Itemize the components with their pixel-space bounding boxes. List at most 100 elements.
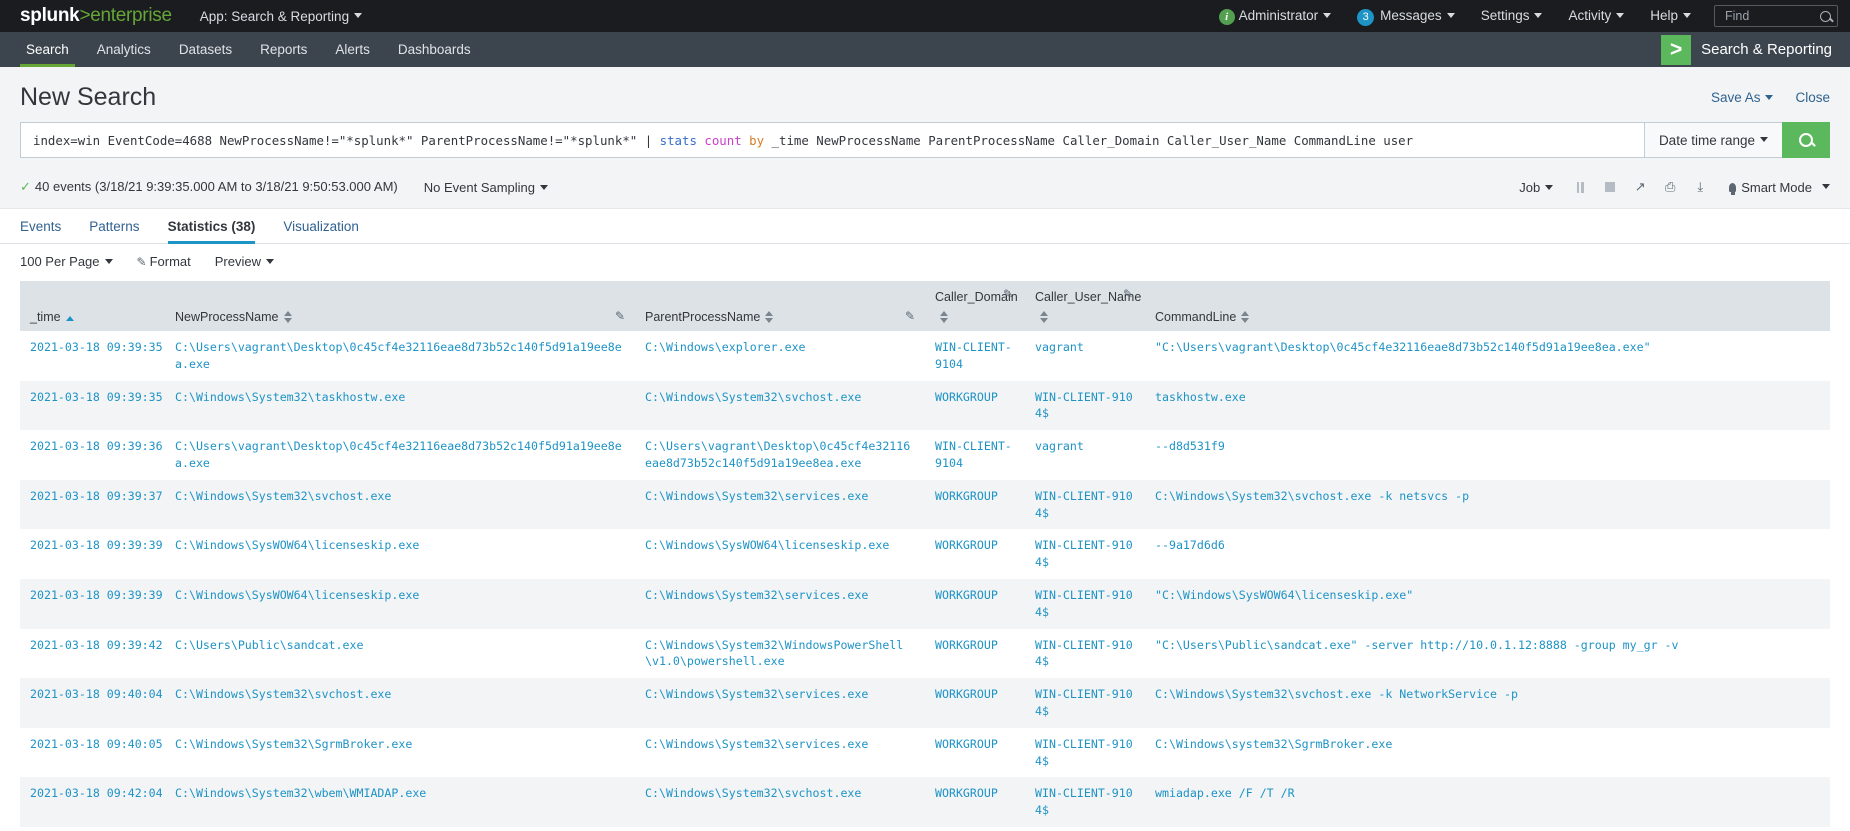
column-header-commandline[interactable]: CommandLine xyxy=(1145,281,1830,331)
messages-menu[interactable]: 3 Messages xyxy=(1344,0,1468,32)
cell-value[interactable]: WORKGROUP xyxy=(935,538,998,552)
cell-time[interactable]: 2021-03-18 09:39:39 xyxy=(20,529,165,579)
tab-statistics[interactable]: Statistics (38) xyxy=(154,209,270,244)
cell-value[interactable]: C:\Windows\System32\svchost.exe xyxy=(175,489,391,503)
cell-caller-user-name[interactable]: WIN-CLIENT-9104$ xyxy=(1025,777,1145,827)
cell-value[interactable]: C:\Windows\SysWOW64\licenseskip.exe xyxy=(175,538,419,552)
cell-value[interactable]: "C:\Users\vagrant\Desktop\0c45cf4e32116e… xyxy=(1155,340,1651,354)
tab-patterns[interactable]: Patterns xyxy=(75,209,153,243)
cell-value[interactable]: wmiadap.exe /F /T /R xyxy=(1155,786,1295,800)
search-mode-menu[interactable]: Smart Mode xyxy=(1729,180,1830,195)
tab-events[interactable]: Events xyxy=(20,209,75,243)
nav-item-dashboards[interactable]: Dashboards xyxy=(384,32,485,67)
cell-commandline[interactable]: wmiadap.exe /F /T /R xyxy=(1145,777,1830,827)
cell-value[interactable]: WORKGROUP xyxy=(935,737,998,751)
pencil-icon[interactable]: ✎ xyxy=(905,309,915,323)
cell-value[interactable]: C:\Windows\System32\services.exe xyxy=(645,489,868,503)
cell-time[interactable]: 2021-03-18 09:39:37 xyxy=(20,480,165,530)
job-menu[interactable]: Job xyxy=(1507,180,1565,195)
cell-caller-domain[interactable]: WORKGROUP xyxy=(925,579,1025,629)
print-button[interactable]: ⎙ xyxy=(1655,176,1685,198)
cell-parentprocessname[interactable]: C:\Windows\SysWOW64\licenseskip.exe xyxy=(635,529,925,579)
cell-parentprocessname[interactable]: C:\Users\vagrant\Desktop\0c45cf4e32116ea… xyxy=(635,430,925,480)
cell-caller-domain[interactable]: WORKGROUP xyxy=(925,827,1025,831)
cell-value[interactable]: WORKGROUP xyxy=(935,588,998,602)
cell-commandline[interactable]: "C:\Windows\SysWOW64\licenseskip.exe" xyxy=(1145,579,1830,629)
cell-commandline[interactable]: "C:\Users\vagrant\Desktop\0c45cf4e32116e… xyxy=(1145,331,1830,381)
cell-value[interactable]: taskhostw.exe xyxy=(1155,390,1246,404)
cell-value[interactable]: 2021-03-18 09:42:04 xyxy=(30,786,163,800)
cell-caller-domain[interactable]: WORKGROUP xyxy=(925,678,1025,728)
cell-newprocessname[interactable]: C:\Users\vagrant\Desktop\0c45cf4e32116ea… xyxy=(165,430,635,480)
run-search-button[interactable] xyxy=(1782,122,1830,158)
cell-value[interactable]: C:\Windows\system32\SgrmBroker.exe xyxy=(1155,737,1392,751)
cell-value[interactable]: 2021-03-18 09:39:42 xyxy=(30,638,163,652)
settings-menu[interactable]: Settings xyxy=(1468,0,1556,32)
cell-caller-domain[interactable]: WORKGROUP xyxy=(925,480,1025,530)
cell-value[interactable]: C:\Windows\System32\svchost.exe xyxy=(645,390,861,404)
cell-value[interactable]: WIN-CLIENT-9104$ xyxy=(1035,588,1133,619)
cell-value[interactable]: C:\Windows\SysWOW64\licenseskip.exe xyxy=(645,538,889,552)
cell-time[interactable]: 2021-03-18 09:39:35 xyxy=(20,331,165,381)
cell-caller-domain[interactable]: WORKGROUP xyxy=(925,728,1025,778)
cell-caller-user-name[interactable]: vagrant xyxy=(1025,430,1145,480)
cell-value[interactable]: C:\Users\vagrant\Desktop\0c45cf4e32116ea… xyxy=(645,439,910,470)
cell-value[interactable]: --d8d531f9 xyxy=(1155,439,1225,453)
cell-value[interactable]: WORKGROUP xyxy=(935,489,998,503)
cell-caller-user-name[interactable]: WIN-CLIENT-9104$ xyxy=(1025,579,1145,629)
cell-caller-domain[interactable]: WIN-CLIENT-9104 xyxy=(925,430,1025,480)
nav-item-search[interactable]: Search xyxy=(12,32,83,67)
cell-newprocessname[interactable]: C:\Windows\System32\taskhostw.exe xyxy=(165,381,635,431)
cell-newprocessname[interactable]: C:\Windows\SysWOW64\licenseskip.exe xyxy=(165,579,635,629)
cell-caller-domain[interactable]: WORKGROUP xyxy=(925,629,1025,679)
export-button[interactable]: ⤓ xyxy=(1685,176,1715,198)
cell-value[interactable]: C:\Windows\System32\svchost.exe -k Netwo… xyxy=(1155,687,1518,701)
cell-value[interactable]: --9a17d6d6 xyxy=(1155,538,1225,552)
tab-visualization[interactable]: Visualization xyxy=(269,209,373,243)
column-header-caller-user-name[interactable]: ✎ Caller_User_Name xyxy=(1025,281,1145,331)
cell-value[interactable]: C:\Windows\System32\svchost.exe xyxy=(175,687,391,701)
cell-value[interactable]: WIN-CLIENT-9104$ xyxy=(1035,390,1133,421)
cell-value[interactable]: C:\Windows\System32\services.exe xyxy=(645,737,868,751)
cell-commandline[interactable]: --9a17d6d6 xyxy=(1145,529,1830,579)
cell-parentprocessname[interactable]: C:\Windows\System32\services.exe xyxy=(635,728,925,778)
pause-button[interactable] xyxy=(1565,176,1595,198)
pencil-icon[interactable]: ✎ xyxy=(615,309,625,323)
cell-value[interactable]: C:\Users\vagrant\Desktop\0c45cf4e32116ea… xyxy=(175,340,622,371)
cell-value[interactable]: WIN-CLIENT-9104 xyxy=(935,340,1012,371)
cell-value[interactable]: WORKGROUP xyxy=(935,390,998,404)
cell-parentprocessname[interactable]: C:\Windows\System32\services.exe xyxy=(635,480,925,530)
cell-commandline[interactable]: C:\Windows\System32\RuntimeBroker.exe -E… xyxy=(1145,827,1830,831)
cell-time[interactable]: 2021-03-18 09:40:04 xyxy=(20,678,165,728)
cell-newprocessname[interactable]: C:\Windows\System32\svchost.exe xyxy=(165,678,635,728)
cell-value[interactable]: WIN-CLIENT-9104 xyxy=(935,439,1012,470)
column-header-time[interactable]: _time xyxy=(20,281,165,331)
cell-parentprocessname[interactable]: C:\Windows\System32\svchost.exe xyxy=(635,777,925,827)
cell-value[interactable]: WIN-CLIENT-9104$ xyxy=(1035,687,1133,718)
cell-newprocessname[interactable]: C:\Windows\System32\SgrmBroker.exe xyxy=(165,728,635,778)
format-menu[interactable]: ✎ Format xyxy=(137,254,191,269)
cell-newprocessname[interactable]: C:\Users\Public\sandcat.exe xyxy=(165,629,635,679)
cell-caller-user-name[interactable]: WIN-CLIENT-9104$ xyxy=(1025,728,1145,778)
cell-time[interactable]: 2021-03-18 09:39:35 xyxy=(20,381,165,431)
cell-value[interactable]: WORKGROUP xyxy=(935,687,998,701)
per-page-menu[interactable]: 100 Per Page xyxy=(20,254,113,269)
cell-value[interactable]: C:\Users\vagrant\Desktop\0c45cf4e32116ea… xyxy=(175,439,622,470)
cell-caller-user-name[interactable]: WIN-CLIENT-9104$ xyxy=(1025,678,1145,728)
cell-value[interactable]: C:\Windows\System32\SgrmBroker.exe xyxy=(175,737,412,751)
cell-parentprocessname[interactable]: C:\Windows\System32\WindowsPowerShell\v1… xyxy=(635,629,925,679)
cell-caller-user-name[interactable]: WIN-CLIENT-9104$ xyxy=(1025,480,1145,530)
cell-value[interactable]: 2021-03-18 09:39:35 xyxy=(30,340,163,354)
cell-value[interactable]: 2021-03-18 09:40:05 xyxy=(30,737,163,751)
results-table-container[interactable]: _time ✎ NewProcessName ✎ ParentProcessNa… xyxy=(0,281,1850,831)
cell-caller-domain[interactable]: WORKGROUP xyxy=(925,777,1025,827)
cell-caller-user-name[interactable]: WIN-CLIENT-9104$ xyxy=(1025,827,1145,831)
cell-value[interactable]: WORKGROUP xyxy=(935,786,998,800)
cell-commandline[interactable]: "C:\Users\Public\sandcat.exe" -server ht… xyxy=(1145,629,1830,679)
cell-parentprocessname[interactable]: C:\Windows\explorer.exe xyxy=(635,331,925,381)
cell-value[interactable]: C:\Windows\SysWOW64\licenseskip.exe xyxy=(175,588,419,602)
cell-value[interactable]: WORKGROUP xyxy=(935,638,998,652)
cell-newprocessname[interactable]: C:\Windows\SysWOW64\licenseskip.exe xyxy=(165,529,635,579)
cell-time[interactable]: 2021-03-18 09:39:39 xyxy=(20,579,165,629)
pencil-icon[interactable]: ✎ xyxy=(1123,287,1133,301)
